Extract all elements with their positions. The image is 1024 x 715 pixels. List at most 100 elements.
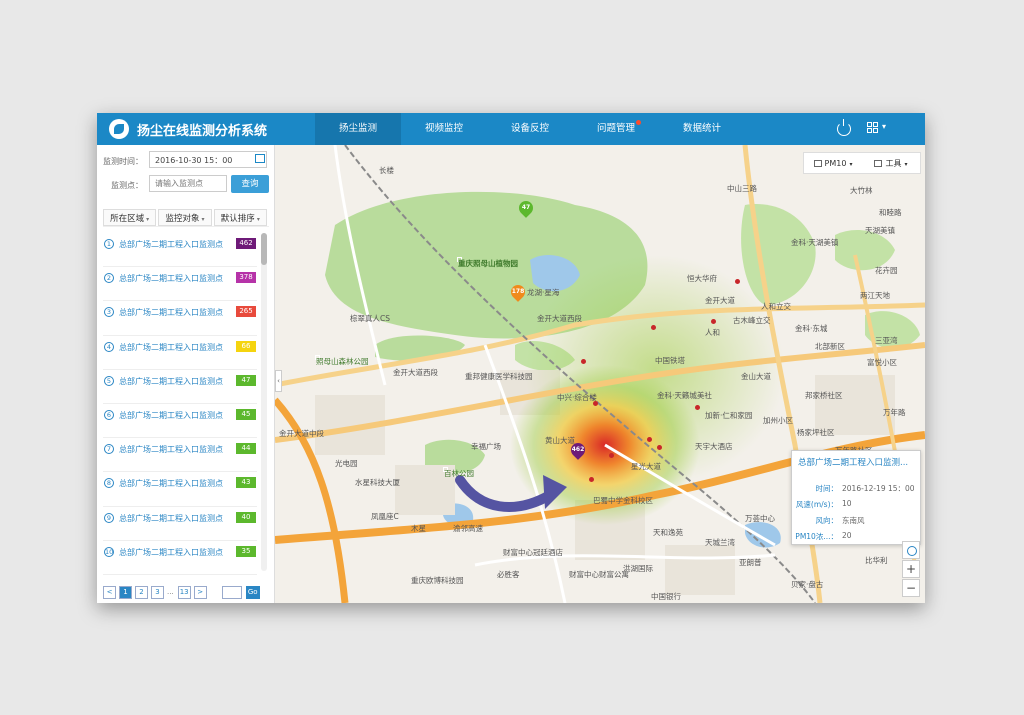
monitor-point-dot[interactable] bbox=[711, 319, 716, 324]
toolbox-icon bbox=[874, 159, 883, 167]
nav-tab-video-monitoring[interactable]: 视频监控 bbox=[401, 113, 487, 145]
map-label: 水星科技大厦 bbox=[355, 478, 400, 487]
map-label: 万年路 bbox=[883, 408, 906, 417]
pollutant-select[interactable]: PM10 ▾ bbox=[804, 159, 862, 168]
monitor-point-row[interactable]: 9 总部广场二期工程入口监测点 40 bbox=[103, 507, 257, 541]
row-name[interactable]: 总部广场二期工程入口监测点 bbox=[119, 547, 223, 558]
layers-icon bbox=[813, 159, 822, 167]
map-pin-marker[interactable]: 47 bbox=[516, 198, 536, 219]
map-label: 巴蜀中学金科校区 bbox=[593, 496, 653, 505]
page-prev-button[interactable]: < bbox=[103, 585, 116, 599]
monitor-point-row[interactable]: 10 总部广场二期工程入口监测点 35 bbox=[103, 541, 257, 575]
monitor-point-row[interactable]: 2 总部广场二期工程入口监测点 378 bbox=[103, 267, 257, 302]
aqi-value-badge: 265 bbox=[236, 306, 256, 318]
row-name[interactable]: 总部广场二期工程入口监测点 bbox=[119, 239, 223, 250]
page-go-button[interactable]: Go bbox=[245, 585, 260, 599]
chevron-down-icon: ▾ bbox=[256, 216, 260, 223]
popup-title[interactable]: 总部广场二期工程入口监测... bbox=[798, 456, 908, 468]
row-name[interactable]: 总部广场二期工程入口监测点 bbox=[119, 513, 223, 524]
power-icon[interactable] bbox=[837, 119, 851, 136]
map-label: 和睦路 bbox=[879, 208, 902, 217]
monitor-point-row[interactable]: 5 总部广场二期工程入口监测点 47 bbox=[103, 370, 257, 404]
row-name[interactable]: 总部广场二期工程入口监测点 bbox=[119, 478, 223, 489]
filter-region[interactable]: 所在区域 ▾ bbox=[103, 209, 157, 226]
filter-label: 监控对象 bbox=[165, 214, 200, 224]
filter-sort[interactable]: 默认排序 ▾ bbox=[213, 209, 267, 226]
page-button-1[interactable]: 1 bbox=[119, 585, 132, 599]
monitor-point-input[interactable] bbox=[149, 175, 227, 192]
tools-menu[interactable]: 工具 ▾ bbox=[862, 158, 920, 169]
nav-tab-dust-monitoring[interactable]: 扬尘监测 bbox=[315, 113, 401, 145]
page-ellipsis: ... bbox=[167, 588, 174, 596]
monitor-point-dot[interactable] bbox=[581, 359, 586, 364]
monitor-point-dot[interactable] bbox=[593, 401, 598, 406]
map-label: 中兴·综合楼 bbox=[557, 393, 597, 402]
monitor-point-dot[interactable] bbox=[647, 437, 652, 442]
nav-tab-label: 问题管理 bbox=[596, 123, 635, 134]
monitor-point-row[interactable]: 7 总部广场二期工程入口监测点 44 bbox=[103, 438, 257, 473]
monitor-point-dot[interactable] bbox=[589, 477, 594, 482]
app-grid-menu[interactable]: ▾ bbox=[867, 122, 891, 136]
popup-value: 20 bbox=[842, 531, 852, 540]
filter-monitor-object[interactable]: 监控对象 ▾ bbox=[158, 209, 212, 226]
map-label: 长楼 bbox=[379, 166, 394, 175]
zoom-in-button[interactable]: + bbox=[902, 560, 920, 578]
map-label: 花卉园 bbox=[875, 266, 898, 275]
chevron-down-icon: ▾ bbox=[904, 160, 908, 168]
row-name[interactable]: 总部广场二期工程入口监测点 bbox=[119, 410, 223, 421]
monitor-point-row[interactable]: 1 总部广场二期工程入口监测点 462 bbox=[103, 233, 257, 268]
pin-value: 47 bbox=[521, 204, 531, 211]
nav-tab-device-control[interactable]: 设备反控 bbox=[487, 113, 573, 145]
monitor-time-input[interactable]: 2016-10-30 15：00 bbox=[149, 151, 267, 168]
zoom-out-button[interactable]: − bbox=[902, 579, 920, 597]
aqi-value-badge: 66 bbox=[236, 340, 256, 352]
map-label: 龙湖·星海 bbox=[527, 288, 560, 297]
monitor-point-dot[interactable] bbox=[651, 325, 656, 330]
row-name[interactable]: 总部广场二期工程入口监测点 bbox=[119, 307, 223, 318]
row-name[interactable]: 总部广场二期工程入口监测点 bbox=[119, 342, 223, 353]
monitor-point-row[interactable]: 4 总部广场二期工程入口监测点 66 bbox=[103, 336, 257, 370]
monitor-point-dot[interactable] bbox=[735, 279, 740, 284]
row-name[interactable]: 总部广场二期工程入口监测点 bbox=[119, 376, 223, 387]
pagination: < 1 2 3 ... 13 > Go bbox=[103, 585, 260, 599]
locate-icon[interactable] bbox=[902, 541, 920, 559]
monitor-point-row[interactable]: 3 总部广场二期工程入口监测点 265 bbox=[103, 301, 257, 336]
map-label: 亚朗普 bbox=[739, 558, 762, 567]
nav-tab-issue-management[interactable]: 问题管理 bbox=[573, 113, 659, 145]
row-index: 7 bbox=[104, 444, 114, 455]
page-jump-input[interactable] bbox=[221, 585, 242, 599]
query-button[interactable]: 查询 bbox=[231, 175, 269, 193]
chevron-down-icon: ▾ bbox=[849, 160, 853, 168]
monitor-point-dot[interactable] bbox=[609, 453, 614, 458]
map-label: 金开大道西段 bbox=[537, 314, 582, 323]
scrollbar-thumb[interactable] bbox=[261, 233, 267, 265]
map-label: 重庆欧博科技园 bbox=[411, 576, 464, 585]
map-label: 金开大道 bbox=[705, 296, 735, 305]
sidebar-collapse-handle[interactable]: ‹ bbox=[275, 370, 282, 392]
map-label: 三亚湾 bbox=[875, 336, 898, 345]
map-pin-marker[interactable]: 178 bbox=[508, 282, 528, 303]
monitor-point-dot[interactable] bbox=[657, 445, 662, 450]
monitor-point-row[interactable]: 6 总部广场二期工程入口监测点 45 bbox=[103, 404, 257, 439]
map-label: 凤凰座C bbox=[371, 512, 399, 521]
page-button-last[interactable]: 13 bbox=[177, 585, 191, 599]
page-button-2[interactable]: 2 bbox=[135, 585, 148, 599]
monitor-point-dot[interactable] bbox=[695, 405, 700, 410]
row-index: 6 bbox=[104, 409, 114, 420]
row-name[interactable]: 总部广场二期工程入口监测点 bbox=[119, 444, 223, 455]
calendar-icon[interactable] bbox=[255, 154, 265, 163]
map-label: 中国银行 bbox=[651, 592, 681, 601]
map-label: 百林公园 bbox=[443, 467, 474, 478]
nav-tab-statistics[interactable]: 数据统计 bbox=[659, 113, 745, 145]
map-view[interactable]: 重庆照母山植物园 龙湖·星海 棕翠真人CS 照母山森林公园 金开大道西段 金开大… bbox=[275, 145, 925, 603]
map-label: 北部新区 bbox=[815, 342, 845, 351]
row-name[interactable]: 总部广场二期工程入口监测点 bbox=[119, 273, 223, 284]
map-label: 古木峰立交 bbox=[733, 316, 771, 325]
map-label: 天宇大酒店 bbox=[695, 442, 733, 451]
map-pin-marker[interactable]: 462 bbox=[568, 440, 588, 461]
page-button-3[interactable]: 3 bbox=[151, 585, 164, 599]
zoom-controls: + − bbox=[902, 541, 920, 599]
list-scrollbar[interactable] bbox=[261, 233, 267, 571]
monitor-point-row[interactable]: 8 总部广场二期工程入口监测点 43 bbox=[103, 472, 257, 507]
page-next-button[interactable]: > bbox=[193, 585, 207, 599]
